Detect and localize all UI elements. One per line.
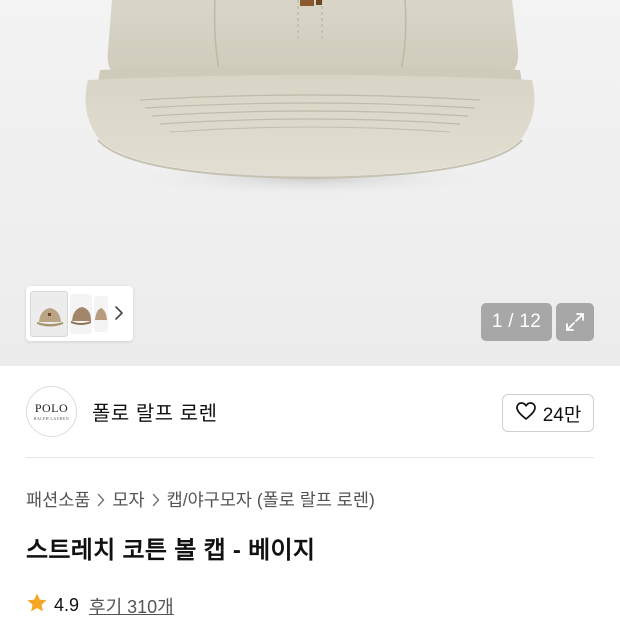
rating-row: 4.9 후기 310개	[26, 592, 174, 619]
thumbnail-cap-image	[37, 307, 63, 326]
chevron-right-icon	[152, 493, 160, 507]
brand-logo-text: POLO	[34, 401, 69, 415]
thumbnail-strip[interactable]	[26, 286, 133, 341]
expand-icon[interactable]	[556, 303, 594, 341]
like-count: 24만	[542, 404, 582, 426]
brand-row: POLO RALPH LAUREN 폴로 랄프 로렌 24만	[0, 366, 620, 458]
reviews-link[interactable]: 후기 310개	[89, 593, 174, 619]
like-button[interactable]: 24만	[502, 394, 594, 432]
thumbnail-2[interactable]	[70, 293, 92, 334]
brand-logo[interactable]: POLO RALPH LAUREN	[26, 386, 77, 437]
breadcrumb-item-hats[interactable]: 모자	[112, 487, 144, 512]
thumbnail-selected[interactable]	[30, 290, 68, 337]
thumbnail-cap-image-3	[95, 307, 107, 320]
product-image-gallery[interactable]: 1 / 12	[0, 0, 620, 366]
product-title: 스트레치 코튼 볼 캡 - 베이지	[26, 537, 316, 564]
thumbnail-3[interactable]	[94, 295, 108, 332]
brand-logo-subtext: RALPH LAUREN	[33, 416, 70, 421]
breadcrumb-item-accessories[interactable]: 패션소품	[26, 487, 90, 512]
breadcrumb-item-caps[interactable]: 캡/야구모자 (폴로 랄프 로렌)	[167, 487, 375, 512]
image-counter: 1 / 12	[481, 303, 552, 341]
chevron-right-icon	[97, 493, 105, 507]
rating-score: 4.9	[54, 595, 80, 615]
breadcrumb: 패션소품 모자 캡/야구모자 (폴로 랄프 로렌)	[26, 487, 375, 512]
chevron-right-icon[interactable]	[111, 302, 127, 324]
heart-icon	[515, 401, 537, 426]
divider	[26, 457, 594, 458]
brand-name-link[interactable]: 폴로 랄프 로렌	[92, 397, 218, 426]
star-icon	[26, 592, 48, 619]
thumbnail-cap-image-2	[71, 306, 91, 325]
